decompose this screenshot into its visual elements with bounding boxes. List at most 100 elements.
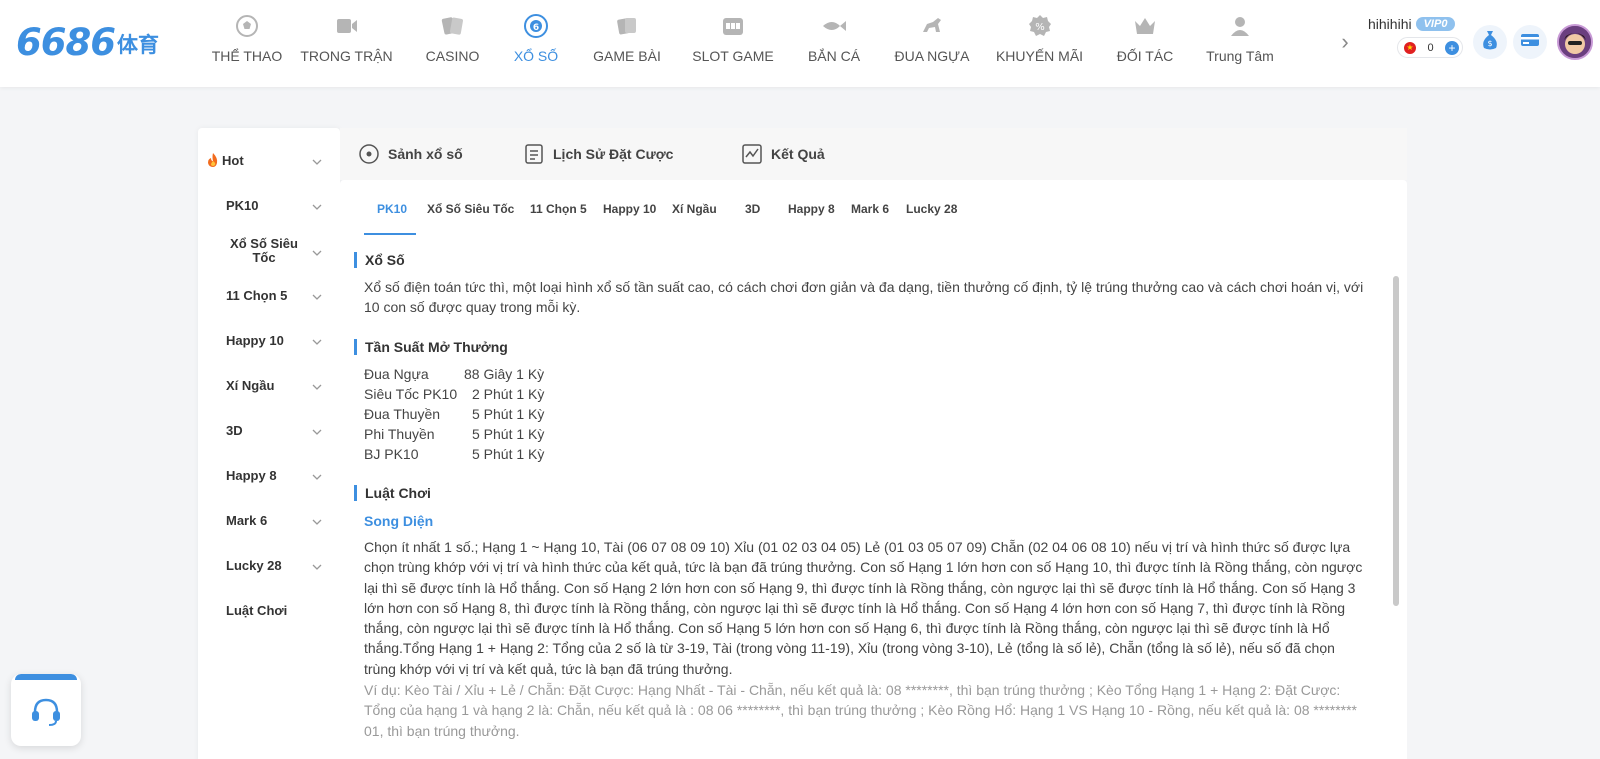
subtab-3d[interactable]: 3D — [745, 202, 760, 216]
soccer-ball-icon — [233, 12, 261, 40]
subtab-pk10[interactable]: PK10 — [377, 202, 407, 216]
frequency-row: BJ PK10 5 Phút 1 Kỳ — [364, 446, 544, 462]
subtab-happy-10[interactable]: Happy 10 — [603, 202, 656, 216]
nav-lottery[interactable]: 6 XỔ SỐ — [501, 0, 571, 87]
nav-user-center[interactable]: Trung Tâm — [1190, 0, 1290, 87]
frequency-value: 5 Phút 1 Kỳ — [472, 406, 545, 422]
support-widget[interactable] — [11, 674, 81, 746]
horse-racing-icon — [918, 12, 946, 40]
nav-label: SLOT GAME — [692, 48, 774, 64]
nav-label: ĐỐI TÁC — [1116, 48, 1174, 64]
tab-lottery-lobby[interactable]: Sảnh xổ số — [358, 128, 463, 180]
sidebar-item-label: Hot — [222, 152, 244, 168]
sidebar-item-pk10[interactable]: PK10 — [198, 195, 340, 215]
intro-paragraph: Xổ số điện toán tức thì, một loại hình x… — [364, 279, 1364, 316]
balance-pill[interactable]: ★ 0 + — [1397, 37, 1463, 58]
sidebar-item-label: Luật Chơi — [226, 602, 288, 618]
subtab-11-chon-5[interactable]: 11 Chọn 5 — [530, 202, 587, 216]
sidebar-item-hot[interactable]: Hot — [198, 150, 340, 170]
sidebar-item-label: Happy 10 — [226, 332, 284, 348]
chevron-down-icon — [312, 246, 322, 256]
nav-next-icon[interactable]: › — [1335, 30, 1355, 54]
nav-slot-game[interactable]: SLOT GAME — [683, 0, 783, 87]
sidebar-item-xi-ngau[interactable]: Xí Ngầu — [198, 375, 340, 395]
balance-value: 0 — [1427, 41, 1434, 54]
main-nav: THỂ THAO TRONG TRẬN CASINO 6 XỔ SỐ GAME … — [205, 0, 1330, 87]
tab-results[interactable]: Kết Quả — [741, 128, 825, 180]
example-paragraph: Ví dụ: Kèo Tài / Xỉu + Lẻ / Chẵn: Đặt Cư… — [364, 682, 1358, 739]
section-title: Luật Chơi — [354, 485, 431, 501]
nav-label: CASINO — [425, 48, 480, 64]
frequency-name: BJ PK10 — [364, 446, 419, 462]
subtab-mark-6[interactable]: Mark 6 — [851, 202, 889, 216]
subtab-xi-ngau[interactable]: Xí Ngầu — [672, 202, 717, 216]
document-icon — [523, 143, 545, 165]
sidebar-item-mark-6[interactable]: Mark 6 — [198, 510, 340, 530]
nav-card-games[interactable]: GAME BÀI — [571, 0, 683, 87]
nav-horse-racing[interactable]: ĐUA NGỰA — [885, 0, 979, 87]
frequency-name: Phi Thuyền — [364, 426, 435, 442]
logo-text: 体育 — [116, 33, 159, 57]
svg-text:6: 6 — [533, 23, 539, 33]
nav-casino[interactable]: CASINO — [404, 0, 501, 87]
sidebar-item-11-chon-5[interactable]: 11 Chọn 5 — [198, 285, 340, 305]
chevron-down-icon — [312, 335, 322, 345]
nav-partner[interactable]: ĐỐI TÁC — [1100, 0, 1190, 87]
chart-line-icon — [741, 143, 763, 165]
nav-sports[interactable]: THỂ THAO — [205, 0, 289, 87]
wallet-button[interactable]: $ — [1473, 25, 1507, 59]
user-center-icon — [1226, 12, 1254, 40]
sidebar-item-label: Xí Ngầu — [226, 377, 275, 393]
tab-bet-history[interactable]: Lịch Sử Đặt Cược — [523, 128, 673, 180]
frequency-name: Đua Thuyền — [364, 406, 441, 422]
deposit-plus-icon[interactable]: + — [1445, 40, 1459, 55]
chevron-down-icon — [312, 515, 322, 525]
section-title: Xổ Số — [354, 252, 405, 268]
fire-icon — [206, 152, 220, 168]
sidebar-item-label: Xổ Số Siêu Tốc — [230, 236, 298, 265]
sidebar-item-happy-10[interactable]: Happy 10 — [198, 330, 340, 350]
nav-live[interactable]: TRONG TRẬN — [289, 0, 404, 87]
promotion-icon: % — [1026, 12, 1054, 40]
frequency-name: Đua Ngựa — [364, 366, 429, 382]
sidebar-item-lucky-28[interactable]: Lucky 28 — [198, 555, 340, 575]
sidebar-item-label: Happy 8 — [226, 467, 277, 483]
sidebar-item-luat-choi[interactable]: Luật Chơi — [198, 600, 340, 620]
chevron-down-icon — [312, 380, 322, 390]
nav-promotion[interactable]: % KHUYẾN MÃI — [979, 0, 1100, 87]
sidebar-item-label: Mark 6 — [226, 512, 268, 528]
sidebar-item-xo-so-sieu-toc[interactable]: Xổ Số Siêu Tốc — [198, 236, 340, 266]
avatar[interactable] — [1557, 24, 1593, 60]
frequency-name: Siêu Tốc PK10 — [364, 386, 458, 402]
card-game-icon — [613, 12, 641, 40]
subtab-lucky-28[interactable]: Lucky 28 — [906, 202, 957, 216]
subtab-xo-so-sieu-toc[interactable]: Xổ Số Siêu Tốc — [427, 202, 514, 216]
nav-fishing[interactable]: BẮN CÁ — [783, 0, 885, 87]
support-bar — [15, 674, 77, 680]
content-scrollbar[interactable] — [1393, 276, 1399, 606]
section-title: Tần Suất Mở Thưởng — [354, 339, 508, 355]
username[interactable]: hihihihi — [1368, 16, 1412, 32]
chevron-down-icon — [312, 560, 322, 570]
card-button[interactable] — [1513, 25, 1547, 59]
frequency-value: 88 Giây 1 Kỳ — [464, 366, 545, 382]
logo-number: 6686 — [16, 20, 116, 64]
lottery-ball-icon: 6 — [522, 12, 550, 40]
site-logo[interactable]: 6686 体育 — [16, 20, 159, 64]
rule-title: Song Diện — [364, 513, 434, 529]
sidebar-item-label: PK10 — [226, 197, 259, 213]
chevron-down-icon — [312, 470, 322, 480]
chevron-down-icon — [312, 290, 322, 300]
live-video-icon — [333, 12, 361, 40]
frequency-row: Đua Thuyền 5 Phút 1 Kỳ — [364, 406, 544, 422]
sidebar-item-happy-8[interactable]: Happy 8 — [198, 465, 340, 485]
nav-label: THỂ THAO — [211, 48, 283, 64]
tab-label: Sảnh xổ số — [388, 146, 463, 162]
subtab-happy-8[interactable]: Happy 8 — [788, 202, 835, 216]
nav-label: GAME BÀI — [593, 48, 661, 64]
frequency-value: 5 Phút 1 Kỳ — [472, 446, 545, 462]
sidebar-item-3d[interactable]: 3D — [198, 420, 340, 440]
frequency-value: 5 Phút 1 Kỳ — [472, 426, 545, 442]
headset-icon — [29, 694, 63, 728]
nav-label: KHUYẾN MÃI — [995, 48, 1084, 64]
